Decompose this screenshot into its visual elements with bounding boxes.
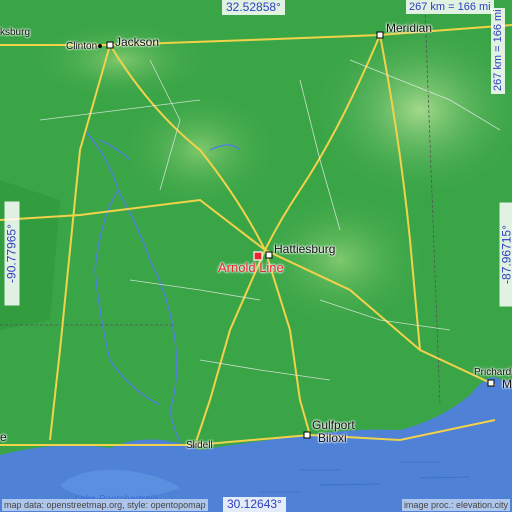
longitude-left-label: -90.77965° bbox=[4, 201, 20, 306]
latitude-top-label: 32.52858° bbox=[222, 0, 285, 15]
map-canvas bbox=[0, 0, 512, 512]
latitude-bottom-label: 30.12643° bbox=[223, 497, 286, 512]
city-label-jackson: Jackson bbox=[115, 35, 160, 49]
longitude-right-label: -87.96715° bbox=[499, 202, 512, 307]
city-label-slidell: Slidell bbox=[186, 440, 213, 451]
elevation-map[interactable]: 32.52858° 30.12643° -90.77965° -87.96715… bbox=[0, 0, 512, 512]
city-label-vicksburg: ksburg bbox=[0, 27, 31, 38]
city-label-meridian: Meridian bbox=[386, 21, 433, 35]
scale-horizontal: 267 km = 166 mi bbox=[406, 0, 494, 14]
focus-location-label: Arnold Line bbox=[218, 260, 284, 275]
city-label-biloxi: Biloxi bbox=[318, 431, 347, 445]
city-label-west-edge: e bbox=[0, 430, 7, 444]
map-credit: map data: openstreetmap.org, style: open… bbox=[2, 499, 208, 511]
image-credit: image proc.: elevation.city bbox=[401, 499, 510, 511]
city-label-clinton: Clinton bbox=[66, 41, 98, 52]
focus-marker bbox=[253, 251, 263, 261]
scale-vertical: 267 km = 166 mi bbox=[491, 8, 505, 94]
city-label-mobile: M bbox=[502, 377, 512, 391]
city-label-hattiesburg: Hattiesburg bbox=[274, 242, 336, 256]
city-label-gulfport: Gulfport bbox=[312, 418, 355, 432]
